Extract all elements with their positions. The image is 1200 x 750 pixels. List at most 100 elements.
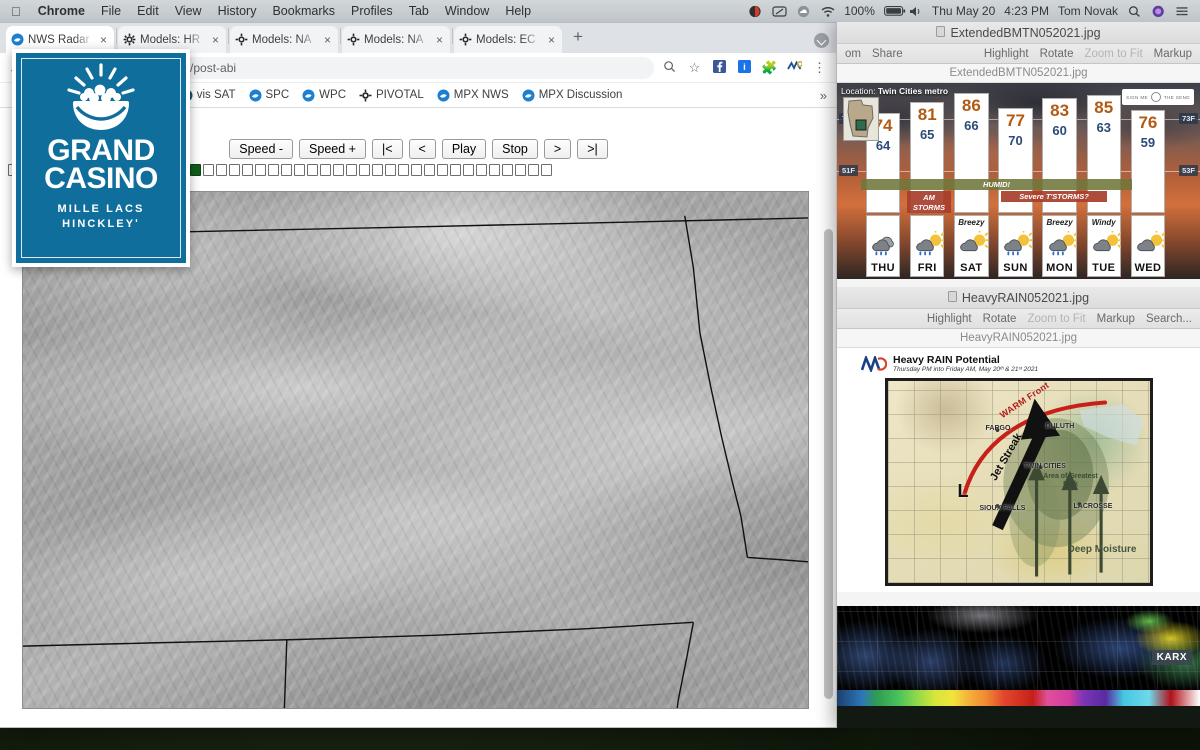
volume-icon[interactable] <box>908 5 923 18</box>
logo-right-text: THE SEND <box>1163 94 1190 100</box>
frame-checkbox[interactable] <box>320 164 331 176</box>
close-icon[interactable]: × <box>546 33 557 47</box>
wifi-icon[interactable] <box>820 5 835 18</box>
bookmarks-overflow-icon[interactable]: » <box>820 88 829 103</box>
weather-extension-icon[interactable] <box>785 60 804 76</box>
frame-checkbox[interactable] <box>229 164 240 176</box>
apple-logo-icon[interactable]:  <box>0 4 30 19</box>
next-frame-button[interactable]: > <box>543 139 572 159</box>
frame-checkbox[interactable] <box>255 164 266 176</box>
rotate-button[interactable]: Rotate <box>1040 48 1074 60</box>
control-center-icon[interactable] <box>1175 5 1190 18</box>
frame-checkbox[interactable] <box>216 164 227 176</box>
frame-checkbox[interactable] <box>333 164 344 176</box>
bookmark-mpx-nws[interactable]: MPX NWS <box>432 87 514 104</box>
scrollbar-thumb[interactable] <box>824 229 833 699</box>
share-button[interactable]: Share <box>872 48 903 60</box>
frame-checkbox[interactable] <box>398 164 409 176</box>
station-logo: SIGN ME THE SEND <box>1122 89 1194 105</box>
speedometer-icon[interactable] <box>772 5 787 18</box>
wind-label: Breezy <box>1046 218 1073 227</box>
bookmark-wpc[interactable]: WPC <box>297 87 351 104</box>
battery-icon[interactable] <box>883 5 906 18</box>
menu-item-file[interactable]: File <box>93 4 129 18</box>
search-button[interactable]: Search... <box>1146 313 1192 325</box>
bookmark-spc[interactable]: SPC <box>244 87 295 104</box>
frame-checkbox[interactable] <box>541 164 552 176</box>
siri-icon[interactable] <box>1151 5 1166 18</box>
zoom-label-partial[interactable]: om <box>845 48 861 60</box>
frame-checkbox[interactable] <box>528 164 539 176</box>
markup-button[interactable]: Markup <box>1097 313 1135 325</box>
bookmark-mpx-discussion[interactable]: MPX Discussion <box>517 87 628 104</box>
frame-checkbox[interactable] <box>463 164 474 176</box>
menubar-user[interactable]: Tom Novak <box>1058 4 1118 18</box>
frame-checkbox[interactable] <box>437 164 448 176</box>
frame-checkbox[interactable] <box>190 164 201 176</box>
frame-checkbox[interactable] <box>242 164 253 176</box>
frame-checkbox[interactable] <box>450 164 461 176</box>
menu-item-window[interactable]: Window <box>437 4 497 18</box>
facebook-icon[interactable] <box>710 59 729 76</box>
close-icon[interactable]: × <box>322 33 333 47</box>
frame-checkbox[interactable] <box>203 164 214 176</box>
menu-item-view[interactable]: View <box>167 4 210 18</box>
tab-models-nam-1[interactable]: Models: NA × <box>230 26 338 53</box>
menu-item-bookmarks[interactable]: Bookmarks <box>264 4 343 18</box>
extensions-icon[interactable]: 🧩 <box>760 60 779 76</box>
frame-checkbox[interactable] <box>489 164 500 176</box>
satellite-image-viewer[interactable] <box>22 191 809 709</box>
close-icon[interactable]: × <box>210 33 221 47</box>
frame-checkbox[interactable] <box>411 164 422 176</box>
frame-checkbox[interactable] <box>502 164 513 176</box>
menu-item-help[interactable]: Help <box>497 4 539 18</box>
rotate-button[interactable]: Rotate <box>983 313 1017 325</box>
menu-item-chrome[interactable]: Chrome <box>30 4 93 18</box>
frame-checkbox[interactable] <box>385 164 396 176</box>
frame-checkbox[interactable] <box>307 164 318 176</box>
highlight-button[interactable]: Highlight <box>927 313 972 325</box>
zoom-to-fit-button[interactable]: Zoom to Fit <box>1027 313 1085 325</box>
profile-avatar-icon[interactable] <box>814 33 829 48</box>
page-scrollbar[interactable] <box>824 137 833 723</box>
tab-models-nam-2[interactable]: Models: NA × <box>342 26 450 53</box>
first-frame-button[interactable]: |< <box>371 139 403 159</box>
zoom-icon[interactable] <box>660 60 679 76</box>
speed-up-button[interactable]: Speed + <box>299 139 366 159</box>
last-frame-button[interactable]: >| <box>577 139 608 159</box>
menu-item-edit[interactable]: Edit <box>129 4 167 18</box>
frame-checkbox[interactable] <box>281 164 292 176</box>
speed-down-button[interactable]: Speed - <box>229 139 294 159</box>
humid-band: HUMID! <box>861 179 1132 190</box>
search-icon[interactable] <box>1127 5 1142 18</box>
markup-button[interactable]: Markup <box>1154 48 1192 60</box>
play-button[interactable]: Play <box>441 139 487 159</box>
menu-item-tab[interactable]: Tab <box>401 4 437 18</box>
zoom-to-fit-button[interactable]: Zoom to Fit <box>1084 48 1142 60</box>
bookmark-pivotal[interactable]: PIVOTAL <box>354 87 429 104</box>
chrome-menu-icon[interactable]: ⋮ <box>810 60 829 76</box>
previous-frame-button[interactable]: < <box>408 139 436 159</box>
menu-item-history[interactable]: History <box>210 4 265 18</box>
new-tab-button[interactable]: + <box>563 27 593 50</box>
frame-checkbox[interactable] <box>476 164 487 176</box>
grand-casino-ad-overlay[interactable]: GRAND CASINO MILLE LACS HINCKLEYʹ <box>12 49 190 267</box>
stop-button[interactable]: Stop <box>492 139 538 159</box>
frame-checkbox[interactable] <box>359 164 370 176</box>
bookmark-star-icon[interactable]: ☆ <box>685 60 704 76</box>
frame-checkbox[interactable] <box>515 164 526 176</box>
close-icon[interactable]: × <box>434 33 445 47</box>
cloud-icon[interactable] <box>796 5 811 18</box>
frame-checkbox[interactable] <box>268 164 279 176</box>
frame-checkbox[interactable] <box>372 164 383 176</box>
close-icon[interactable]: × <box>98 33 109 47</box>
highlight-button[interactable]: Highlight <box>984 48 1029 60</box>
noaa-icon <box>522 89 535 102</box>
record-icon[interactable] <box>748 5 763 18</box>
frame-checkbox[interactable] <box>294 164 305 176</box>
frame-checkbox[interactable] <box>424 164 435 176</box>
menu-item-profiles[interactable]: Profiles <box>343 4 401 18</box>
info-icon[interactable]: i <box>735 59 754 76</box>
tab-models-ecmwf[interactable]: Models: EC × <box>454 26 562 53</box>
frame-checkbox[interactable] <box>346 164 357 176</box>
